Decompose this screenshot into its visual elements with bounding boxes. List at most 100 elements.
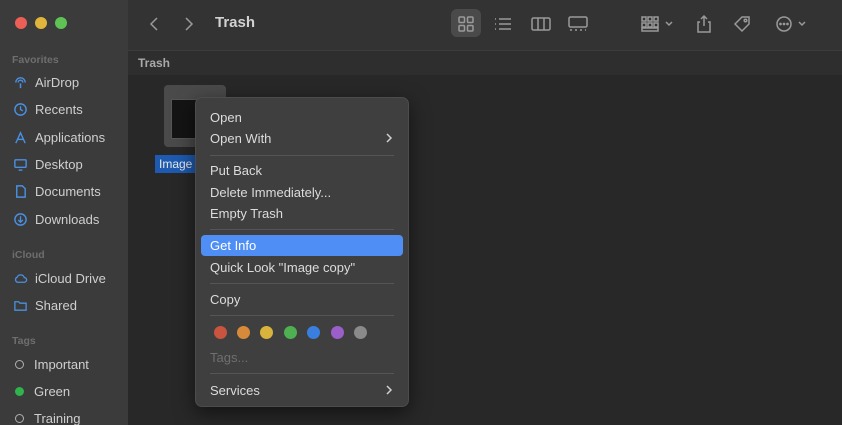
sidebar-item-label: Applications — [35, 129, 106, 145]
tags-button[interactable] — [731, 14, 753, 34]
menu-item-copy[interactable]: Copy — [201, 289, 403, 310]
sidebar-tag-training[interactable]: Training — [12, 408, 124, 425]
tags-section-title: Tags — [12, 335, 36, 347]
sidebar-item-label: Documents — [35, 183, 101, 199]
sidebar-item-label: Training — [34, 410, 81, 425]
cloud-icon — [12, 270, 28, 286]
finder-window: Favorites AirDrop Recents Applications D… — [0, 0, 842, 425]
clock-icon — [12, 101, 28, 117]
desktop-icon — [12, 156, 28, 172]
sidebar-item-documents[interactable]: Documents — [12, 181, 124, 201]
icon-view-button[interactable] — [454, 14, 478, 34]
tag-color-purple[interactable] — [331, 326, 344, 339]
forward-button[interactable] — [181, 14, 197, 34]
path-bar: Trash — [128, 50, 842, 76]
menu-item-services[interactable]: Services — [201, 380, 403, 401]
applications-icon — [12, 129, 28, 145]
sidebar-item-label: Downloads — [35, 211, 100, 227]
sidebar-item-shared[interactable]: Shared — [12, 295, 124, 315]
sidebar-item-label: Shared — [35, 297, 77, 313]
share-button[interactable] — [694, 14, 714, 34]
menu-separator — [210, 283, 394, 284]
tag-color-orange[interactable] — [237, 326, 250, 339]
sidebar-item-airdrop[interactable]: AirDrop — [12, 72, 124, 92]
sidebar-item-label: Green — [34, 383, 71, 399]
tag-color-yellow[interactable] — [260, 326, 273, 339]
tag-dot-icon — [15, 359, 24, 369]
sidebar-tag-important[interactable]: Important — [12, 354, 124, 374]
more-actions-button[interactable] — [774, 14, 812, 34]
menu-item-label: Services — [210, 383, 260, 398]
grid-icon — [458, 16, 474, 32]
menu-item-label: Empty Trash — [210, 206, 283, 221]
sidebar-item-label: iCloud Drive — [35, 270, 106, 286]
chevron-right-icon — [185, 17, 194, 31]
sidebar-item-applications[interactable]: Applications — [12, 127, 124, 147]
tag-color-gray[interactable] — [354, 326, 367, 339]
sidebar-item-label: Desktop — [35, 156, 83, 172]
sidebar-item-label: Important — [34, 356, 89, 372]
context-menu: Open Open With Put Back Delete Immediate… — [195, 97, 409, 407]
tag-color-blue[interactable] — [307, 326, 320, 339]
tag-dot-icon — [15, 386, 24, 396]
tag-color-red[interactable] — [214, 326, 227, 339]
chevron-right-icon — [386, 133, 393, 143]
sidebar-item-label: Recents — [35, 101, 83, 117]
menu-item-label: Tags... — [210, 350, 249, 365]
menu-item-empty-trash[interactable]: Empty Trash — [201, 203, 403, 224]
ellipsis-circle-icon — [776, 16, 806, 32]
sidebar-item-downloads[interactable]: Downloads — [12, 209, 124, 229]
chevron-left-icon — [149, 17, 158, 31]
back-button[interactable] — [146, 14, 162, 34]
menu-item-label: Delete Immediately... — [210, 185, 332, 200]
tag-color-green[interactable] — [284, 326, 297, 339]
sidebar-item-recents[interactable]: Recents — [12, 99, 124, 119]
sidebar: Favorites AirDrop Recents Applications D… — [0, 0, 128, 425]
tag-icon — [733, 16, 750, 33]
group-by-button[interactable] — [639, 14, 677, 34]
column-view-button[interactable] — [529, 14, 553, 34]
window-title: Trash — [215, 14, 256, 31]
group-grid-icon — [641, 16, 673, 32]
favorites-section-title: Favorites — [12, 54, 59, 66]
airdrop-icon — [12, 74, 28, 90]
tag-dot-icon — [15, 413, 24, 423]
list-icon — [495, 18, 511, 30]
zoom-window-button[interactable] — [55, 17, 67, 29]
menu-item-get-info[interactable]: Get Info — [201, 235, 403, 256]
menu-item-label: Copy — [210, 292, 241, 307]
menu-item-delete-immediately[interactable]: Delete Immediately... — [201, 182, 403, 203]
sidebar-tag-green[interactable]: Green — [12, 381, 124, 401]
download-icon — [12, 211, 28, 227]
menu-item-label: Put Back — [210, 163, 263, 178]
menu-item-label: Open — [210, 110, 242, 125]
columns-icon — [531, 17, 551, 31]
menu-item-put-back[interactable]: Put Back — [201, 160, 403, 181]
minimize-window-button[interactable] — [35, 17, 47, 29]
path-label: Trash — [138, 56, 171, 70]
toolbar: Trash — [128, 0, 842, 50]
shared-folder-icon — [12, 297, 28, 313]
close-window-button[interactable] — [15, 17, 27, 29]
menu-item-label: Quick Look "Image copy" — [210, 260, 356, 275]
menu-item-quick-look[interactable]: Quick Look "Image copy" — [201, 257, 403, 278]
menu-separator — [210, 373, 394, 374]
menu-separator — [210, 315, 394, 316]
document-icon — [12, 183, 28, 199]
chevron-right-icon — [386, 385, 393, 395]
menu-item-tags: Tags... — [201, 347, 403, 368]
gallery-view-button[interactable] — [566, 14, 590, 34]
share-icon — [697, 14, 711, 33]
menu-item-open[interactable]: Open — [201, 107, 403, 128]
sidebar-item-icloud-drive[interactable]: iCloud Drive — [12, 268, 124, 288]
menu-item-open-with[interactable]: Open With — [201, 128, 403, 149]
menu-item-label: Get Info — [210, 238, 257, 253]
sidebar-item-desktop[interactable]: Desktop — [12, 154, 124, 174]
menu-item-label: Open With — [210, 131, 272, 146]
sidebar-item-label: AirDrop — [35, 74, 80, 90]
gallery-icon — [568, 16, 588, 31]
menu-separator — [210, 229, 394, 230]
icloud-section-title: iCloud — [12, 249, 45, 261]
menu-separator — [210, 155, 394, 156]
list-view-button[interactable] — [491, 14, 515, 34]
